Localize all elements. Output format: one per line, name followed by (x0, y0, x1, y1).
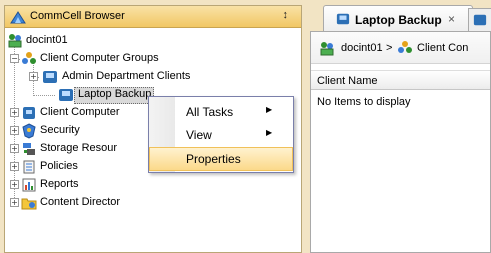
commcell-icon (10, 11, 26, 24)
tree-node-label: Reports (40, 178, 79, 190)
client-groups-icon (398, 41, 412, 53)
expand-icon[interactable]: + (10, 144, 19, 153)
breadcrumb-current[interactable]: Client Con (417, 42, 468, 54)
menu-item-label: View (186, 128, 212, 142)
tree-node-policies[interactable]: + Policies (5, 158, 155, 176)
menu-item-view[interactable]: View ▶ (149, 123, 293, 147)
context-menu: All Tasks ▶ View ▶ Properties (148, 96, 294, 173)
client-group-icon (43, 71, 57, 83)
client-groups-icon (22, 52, 36, 64)
column-header-label: Client Name (317, 75, 378, 87)
tab-next[interactable] (468, 8, 491, 31)
client-group-icon (473, 14, 487, 26)
expand-icon[interactable]: + (10, 108, 19, 117)
menu-item-label: All Tasks (186, 105, 234, 119)
tree-node-label: Security (40, 124, 80, 136)
tree-node-content-director[interactable]: + Content Director (5, 194, 155, 212)
tree-node-label: docint01 (26, 34, 68, 46)
tree-node-client-computers[interactable]: + Client Computer (5, 104, 155, 122)
close-icon[interactable]: × (448, 12, 455, 26)
breadcrumb: docint01 > Client Con (311, 32, 490, 64)
tree-node-client-computer-groups[interactable]: − Client Computer Groups (5, 50, 225, 68)
menu-item-all-tasks[interactable]: All Tasks ▶ (149, 100, 293, 124)
menu-item-label: Properties (186, 152, 241, 166)
reports-icon (22, 178, 36, 192)
tree-node-root[interactable]: docint01 (7, 32, 127, 50)
security-icon (22, 123, 36, 139)
column-header-client-name[interactable]: Client Name (311, 70, 490, 90)
tab-content: docint01 > Client Con Client Name No Ite… (310, 31, 491, 253)
tree-node-label: Policies (40, 160, 78, 172)
tree-node-label: Storage Resour (40, 142, 118, 154)
expand-icon[interactable]: + (29, 72, 38, 81)
tree-node-label: Content Director (40, 196, 121, 208)
expand-icon[interactable]: + (10, 180, 19, 189)
menu-item-properties[interactable]: Properties (149, 147, 293, 171)
tree-node-admin-department-clients[interactable]: + Admin Department Clients (5, 68, 245, 86)
breadcrumb-root[interactable]: docint01 (341, 42, 383, 54)
details-pane: Laptop Backup × docint01 > Client Con Cl… (310, 5, 491, 253)
client-computer-icon (23, 107, 35, 119)
collapse-icon[interactable]: − (10, 54, 19, 63)
client-group-icon (336, 13, 350, 25)
commserve-icon (8, 34, 22, 48)
tree-node-label: Client Computer Groups (40, 52, 159, 64)
empty-list-message: No Items to display (317, 96, 411, 108)
submenu-arrow-icon: ▶ (266, 105, 273, 114)
submenu-arrow-icon: ▶ (266, 128, 273, 137)
tree-node-label: Laptop Backup (78, 88, 152, 100)
expand-icon[interactable]: + (10, 198, 19, 207)
breadcrumb-separator: > (386, 42, 393, 54)
tab-laptop-backup[interactable]: Laptop Backup × (323, 5, 473, 31)
policies-icon (23, 160, 35, 174)
pin-icon[interactable]: ↕ (283, 9, 289, 21)
tree-node-reports[interactable]: + Reports (5, 176, 155, 194)
tree-node-laptop-backup[interactable]: Laptop Backup (5, 86, 165, 104)
storage-icon (23, 143, 35, 155)
browser-pane-header: CommCell Browser ↕ (5, 6, 301, 28)
tree-node-security[interactable]: + Security (5, 122, 155, 140)
expand-icon[interactable]: + (10, 162, 19, 171)
content-director-icon (21, 198, 37, 210)
tree-node-label: Admin Department Clients (62, 70, 191, 82)
tab-title: Laptop Backup (355, 13, 442, 27)
tree-node-label: Client Computer (40, 106, 120, 118)
commserve-icon (320, 42, 334, 56)
tree-node-storage-resources[interactable]: + Storage Resour (5, 140, 155, 158)
client-group-icon (59, 89, 73, 101)
expand-icon[interactable]: + (10, 126, 19, 135)
browser-pane-title: CommCell Browser (30, 10, 125, 22)
